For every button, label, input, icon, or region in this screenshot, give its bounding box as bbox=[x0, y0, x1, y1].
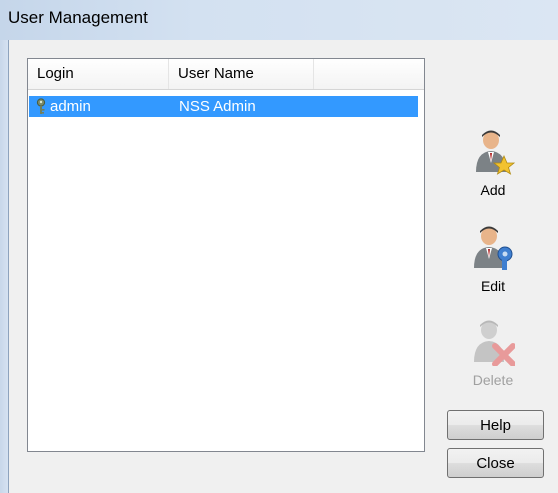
title-bar[interactable]: User Management bbox=[0, 0, 558, 40]
column-header-user-name[interactable]: User Name bbox=[169, 59, 314, 89]
cell-login: admin bbox=[50, 98, 91, 115]
add-label: Add bbox=[480, 182, 506, 198]
add-user-button[interactable]: Add bbox=[453, 128, 533, 198]
window-frame-left bbox=[0, 40, 9, 493]
edit-user-icon bbox=[474, 226, 513, 270]
help-button[interactable]: Help bbox=[447, 410, 544, 440]
column-header-login[interactable]: Login bbox=[28, 59, 169, 89]
delete-label: Delete bbox=[472, 372, 514, 388]
delete-user-button[interactable]: Delete bbox=[453, 318, 533, 388]
user-list[interactable]: Login User Name admin NSS Admin bbox=[27, 58, 425, 452]
add-user-icon bbox=[476, 130, 515, 175]
delete-user-icon bbox=[474, 320, 515, 366]
table-row[interactable]: admin NSS Admin bbox=[29, 96, 418, 117]
key-icon bbox=[36, 98, 46, 114]
edit-label: Edit bbox=[480, 278, 506, 294]
close-button[interactable]: Close bbox=[447, 448, 544, 478]
list-header: Login User Name bbox=[28, 59, 424, 90]
window-title: User Management bbox=[8, 8, 148, 27]
cell-user-name: NSS Admin bbox=[179, 98, 256, 115]
edit-user-button[interactable]: Edit bbox=[453, 224, 533, 294]
